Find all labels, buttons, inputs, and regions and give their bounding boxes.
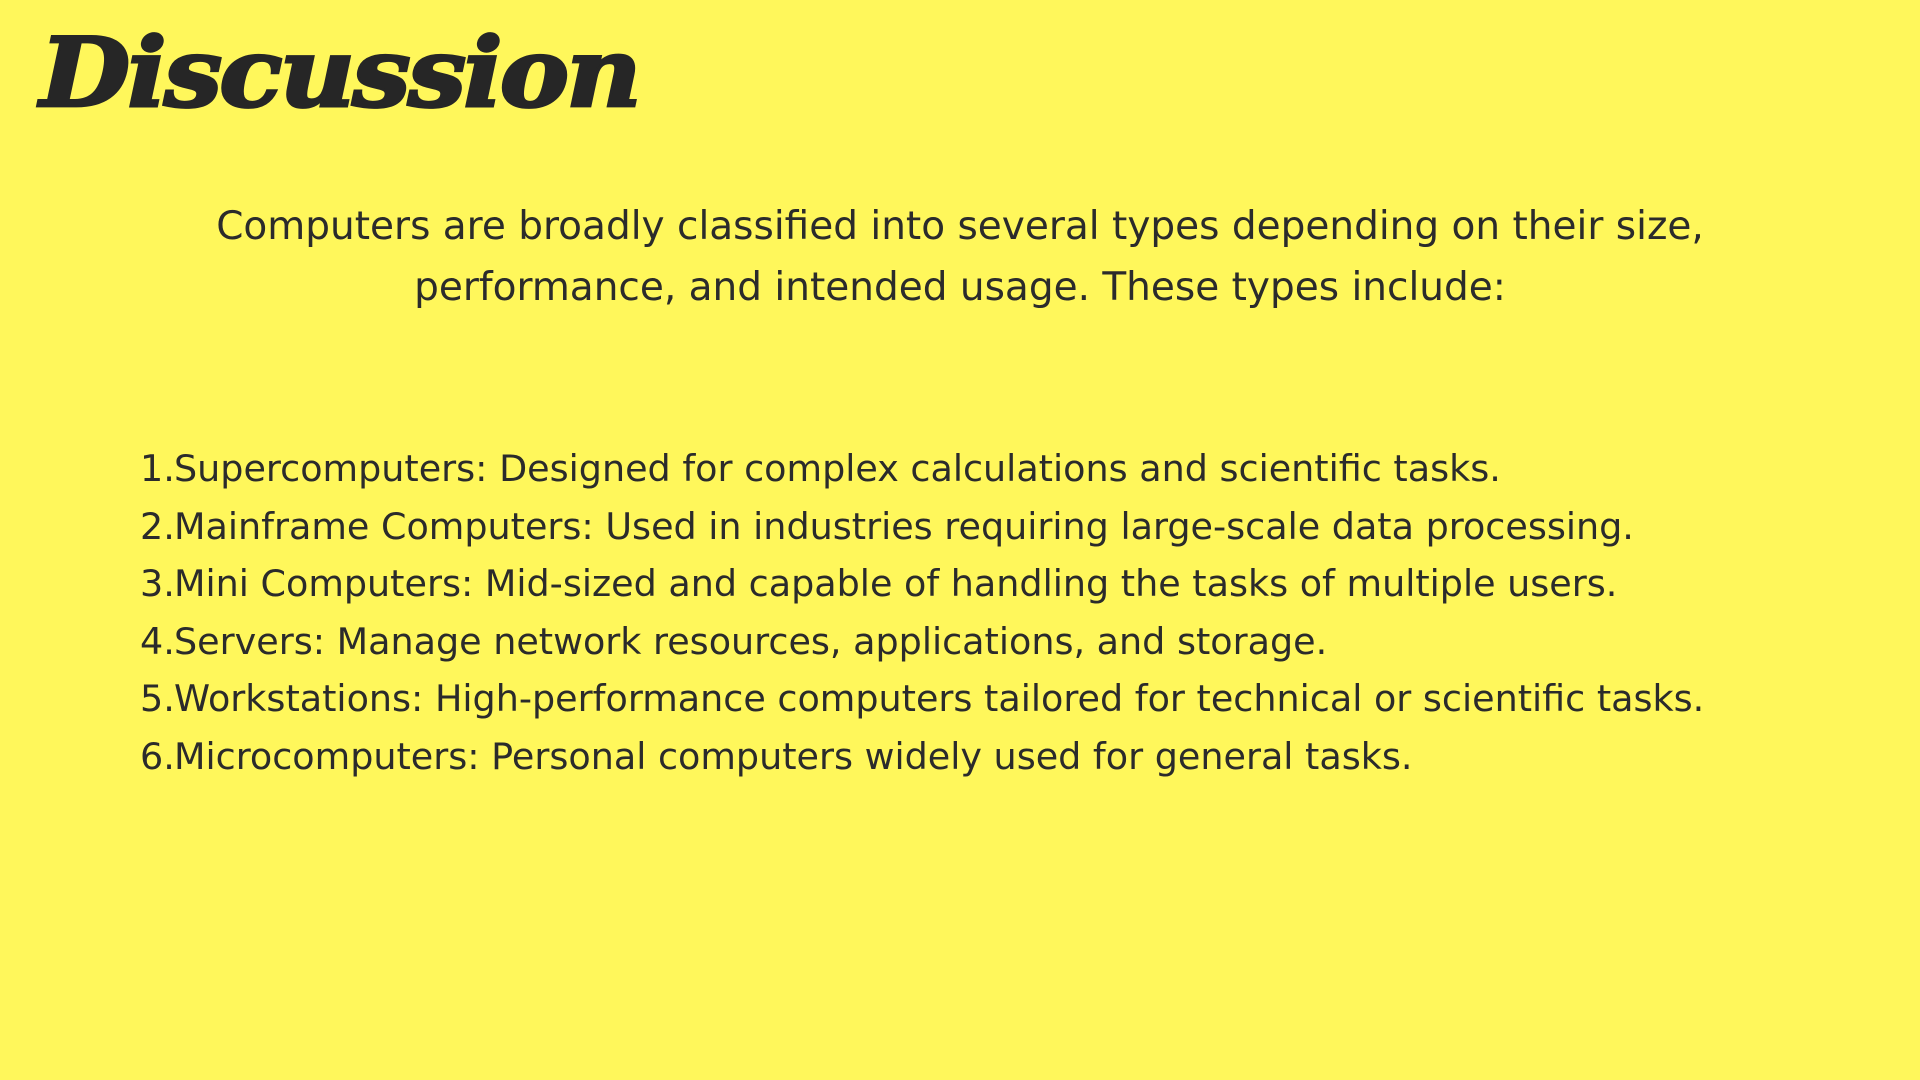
list-item-text: Workstations: High-performance computers…: [174, 677, 1705, 721]
list-item-number: 3.: [140, 562, 175, 606]
list-item: 1. Supercomputers: Designed for complex …: [140, 440, 1820, 498]
list-item-text: Mini Computers: Mid-sized and capable of…: [174, 562, 1618, 606]
list-item: 4. Servers: Manage network resources, ap…: [140, 613, 1820, 671]
slide-title: Discussion: [39, 15, 644, 131]
list-item-number: 6.: [140, 734, 175, 778]
list-item-number: 1.: [140, 447, 175, 490]
list-item: 3. Mini Computers: Mid-sized and capable…: [140, 555, 1820, 613]
list-item: 5. Workstations: High-performance comput…: [140, 670, 1820, 728]
list-item: 6. Microcomputers: Personal computers wi…: [140, 728, 1820, 786]
slide: Discussion Computers are broadly classif…: [0, 0, 1920, 1080]
intro-paragraph: Computers are broadly classified into se…: [216, 204, 1704, 310]
list-item: 2. Mainframe Computers: Used in industri…: [140, 498, 1820, 556]
list-item-number: 2.: [140, 504, 175, 548]
list-item-text: Microcomputers: Personal computers widel…: [174, 734, 1413, 778]
computer-types-list: 1. Supercomputers: Designed for complex …: [140, 440, 1820, 786]
list-item-number: 5.: [140, 677, 175, 721]
list-item-text: Servers: Manage network resources, appli…: [174, 619, 1328, 663]
list-item-text: Supercomputers: Designed for complex cal…: [174, 447, 1501, 490]
list-item-number: 4.: [140, 619, 175, 663]
list-item-text: Mainframe Computers: Used in industries …: [174, 504, 1634, 548]
